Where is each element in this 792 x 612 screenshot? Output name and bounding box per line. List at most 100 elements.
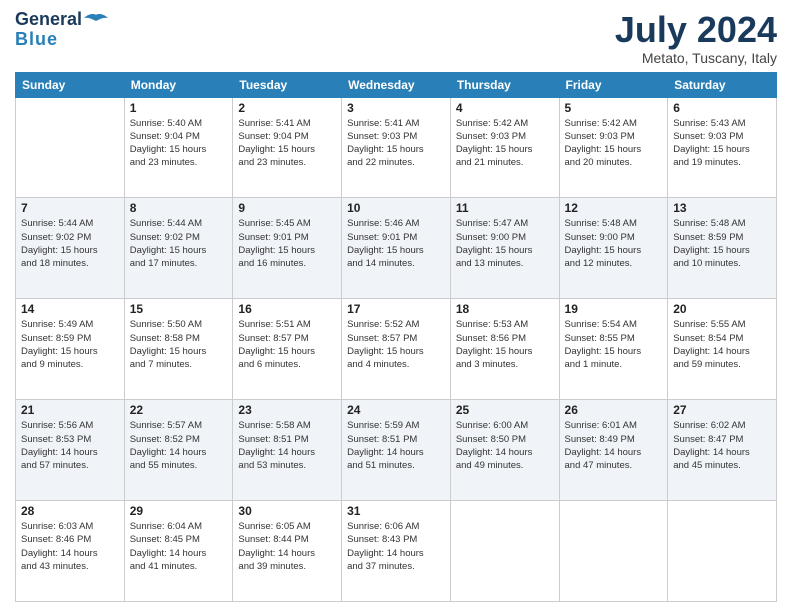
day-info: Sunrise: 5:44 AM Sunset: 9:02 PM Dayligh… (21, 217, 119, 270)
calendar-cell: 7 Sunrise: 5:44 AM Sunset: 9:02 PM Daylig… (16, 198, 125, 299)
calendar-cell: 21 Sunrise: 5:56 AM Sunset: 8:53 PM Dayli… (16, 400, 125, 501)
calendar-cell: 25 Sunrise: 6:00 AM Sunset: 8:50 PM Dayli… (450, 400, 559, 501)
day-number: 24 (347, 403, 445, 417)
day-number: 8 (130, 201, 228, 215)
day-number: 2 (238, 101, 336, 115)
day-number: 13 (673, 201, 771, 215)
day-number: 5 (565, 101, 663, 115)
day-number: 17 (347, 302, 445, 316)
calendar-cell: 31Sunrise: 6:06 AM Sunset: 8:43 PM Dayli… (342, 501, 451, 602)
calendar-week-2: 7 Sunrise: 5:44 AM Sunset: 9:02 PM Daylig… (16, 198, 777, 299)
col-saturday: Saturday (668, 72, 777, 97)
calendar-cell: 11Sunrise: 5:47 AM Sunset: 9:00 PM Dayli… (450, 198, 559, 299)
calendar-cell: 23Sunrise: 5:58 AM Sunset: 8:51 PM Dayli… (233, 400, 342, 501)
day-info: Sunrise: 5:47 AM Sunset: 9:00 PM Dayligh… (456, 217, 554, 270)
calendar-cell: 8 Sunrise: 5:44 AM Sunset: 9:02 PM Daylig… (124, 198, 233, 299)
calendar-table: Sunday Monday Tuesday Wednesday Thursday… (15, 72, 777, 602)
day-info: Sunrise: 5:51 AM Sunset: 8:57 PM Dayligh… (238, 318, 336, 371)
day-number: 15 (130, 302, 228, 316)
day-number: 25 (456, 403, 554, 417)
col-sunday: Sunday (16, 72, 125, 97)
day-info: Sunrise: 5:49 AM Sunset: 8:59 PM Dayligh… (21, 318, 119, 371)
day-info: Sunrise: 5:54 AM Sunset: 8:55 PM Dayligh… (565, 318, 663, 371)
day-info: Sunrise: 5:59 AM Sunset: 8:51 PM Dayligh… (347, 419, 445, 472)
col-thursday: Thursday (450, 72, 559, 97)
calendar-cell (450, 501, 559, 602)
col-wednesday: Wednesday (342, 72, 451, 97)
day-number: 29 (130, 504, 228, 518)
day-number: 4 (456, 101, 554, 115)
col-tuesday: Tuesday (233, 72, 342, 97)
day-info: Sunrise: 5:40 AM Sunset: 9:04 PM Dayligh… (130, 117, 228, 170)
calendar-cell: 1Sunrise: 5:40 AM Sunset: 9:04 PM Daylig… (124, 97, 233, 198)
day-number: 28 (21, 504, 119, 518)
day-info: Sunrise: 6:02 AM Sunset: 8:47 PM Dayligh… (673, 419, 771, 472)
day-number: 31 (347, 504, 445, 518)
day-number: 26 (565, 403, 663, 417)
day-number: 16 (238, 302, 336, 316)
header-row: Sunday Monday Tuesday Wednesday Thursday… (16, 72, 777, 97)
day-number: 18 (456, 302, 554, 316)
title-area: July 2024 Metato, Tuscany, Italy (615, 10, 777, 66)
day-number: 9 (238, 201, 336, 215)
calendar-cell: 19 Sunrise: 5:54 AM Sunset: 8:55 PM Dayli… (559, 299, 668, 400)
day-info: Sunrise: 6:04 AM Sunset: 8:45 PM Dayligh… (130, 520, 228, 573)
logo-general: General (15, 10, 82, 30)
calendar-cell (668, 501, 777, 602)
day-info: Sunrise: 5:41 AM Sunset: 9:04 PM Dayligh… (238, 117, 336, 170)
day-number: 19 (565, 302, 663, 316)
day-info: Sunrise: 5:58 AM Sunset: 8:51 PM Dayligh… (238, 419, 336, 472)
calendar-cell: 5 Sunrise: 5:42 AM Sunset: 9:03 PM Daylig… (559, 97, 668, 198)
calendar-week-5: 28 Sunrise: 6:03 AM Sunset: 8:46 PM Dayli… (16, 501, 777, 602)
calendar-cell: 28 Sunrise: 6:03 AM Sunset: 8:46 PM Dayli… (16, 501, 125, 602)
calendar-cell: 10 Sunrise: 5:46 AM Sunset: 9:01 PM Dayli… (342, 198, 451, 299)
day-number: 12 (565, 201, 663, 215)
day-info: Sunrise: 5:57 AM Sunset: 8:52 PM Dayligh… (130, 419, 228, 472)
day-info: Sunrise: 5:50 AM Sunset: 8:58 PM Dayligh… (130, 318, 228, 371)
location: Metato, Tuscany, Italy (615, 50, 777, 66)
calendar-cell: 18 Sunrise: 5:53 AM Sunset: 8:56 PM Dayli… (450, 299, 559, 400)
logo: General Blue (15, 10, 108, 50)
calendar-cell: 24 Sunrise: 5:59 AM Sunset: 8:51 PM Dayli… (342, 400, 451, 501)
day-info: Sunrise: 5:45 AM Sunset: 9:01 PM Dayligh… (238, 217, 336, 270)
day-number: 3 (347, 101, 445, 115)
logo-bird-icon (84, 13, 108, 27)
day-info: Sunrise: 5:44 AM Sunset: 9:02 PM Dayligh… (130, 217, 228, 270)
calendar-cell: 3Sunrise: 5:41 AM Sunset: 9:03 PM Daylig… (342, 97, 451, 198)
calendar-cell: 4 Sunrise: 5:42 AM Sunset: 9:03 PM Daylig… (450, 97, 559, 198)
calendar-cell: 30 Sunrise: 6:05 AM Sunset: 8:44 PM Dayli… (233, 501, 342, 602)
day-info: Sunrise: 6:00 AM Sunset: 8:50 PM Dayligh… (456, 419, 554, 472)
day-info: Sunrise: 6:05 AM Sunset: 8:44 PM Dayligh… (238, 520, 336, 573)
day-number: 7 (21, 201, 119, 215)
day-info: Sunrise: 5:48 AM Sunset: 8:59 PM Dayligh… (673, 217, 771, 270)
day-number: 22 (130, 403, 228, 417)
calendar-cell: 12Sunrise: 5:48 AM Sunset: 9:00 PM Dayli… (559, 198, 668, 299)
day-info: Sunrise: 5:43 AM Sunset: 9:03 PM Dayligh… (673, 117, 771, 170)
day-info: Sunrise: 6:03 AM Sunset: 8:46 PM Dayligh… (21, 520, 119, 573)
col-monday: Monday (124, 72, 233, 97)
day-number: 30 (238, 504, 336, 518)
calendar-cell: 22 Sunrise: 5:57 AM Sunset: 8:52 PM Dayli… (124, 400, 233, 501)
calendar-week-3: 14Sunrise: 5:49 AM Sunset: 8:59 PM Dayli… (16, 299, 777, 400)
day-info: Sunrise: 6:01 AM Sunset: 8:49 PM Dayligh… (565, 419, 663, 472)
day-info: Sunrise: 5:46 AM Sunset: 9:01 PM Dayligh… (347, 217, 445, 270)
day-info: Sunrise: 5:55 AM Sunset: 8:54 PM Dayligh… (673, 318, 771, 371)
logo-blue: Blue (15, 30, 58, 50)
month-title: July 2024 (615, 10, 777, 50)
calendar-body: 1Sunrise: 5:40 AM Sunset: 9:04 PM Daylig… (16, 97, 777, 601)
day-info: Sunrise: 5:56 AM Sunset: 8:53 PM Dayligh… (21, 419, 119, 472)
calendar-week-4: 21 Sunrise: 5:56 AM Sunset: 8:53 PM Dayli… (16, 400, 777, 501)
calendar-cell: 17Sunrise: 5:52 AM Sunset: 8:57 PM Dayli… (342, 299, 451, 400)
day-info: Sunrise: 5:42 AM Sunset: 9:03 PM Dayligh… (456, 117, 554, 170)
day-number: 10 (347, 201, 445, 215)
day-info: Sunrise: 5:42 AM Sunset: 9:03 PM Dayligh… (565, 117, 663, 170)
day-number: 6 (673, 101, 771, 115)
calendar-cell (559, 501, 668, 602)
calendar-cell: 6 Sunrise: 5:43 AM Sunset: 9:03 PM Daylig… (668, 97, 777, 198)
day-info: Sunrise: 5:53 AM Sunset: 8:56 PM Dayligh… (456, 318, 554, 371)
calendar-cell: 16 Sunrise: 5:51 AM Sunset: 8:57 PM Dayli… (233, 299, 342, 400)
calendar-cell (16, 97, 125, 198)
calendar-cell: 2 Sunrise: 5:41 AM Sunset: 9:04 PM Daylig… (233, 97, 342, 198)
day-number: 21 (21, 403, 119, 417)
header: General Blue July 2024 Metato, Tuscany, … (15, 10, 777, 66)
